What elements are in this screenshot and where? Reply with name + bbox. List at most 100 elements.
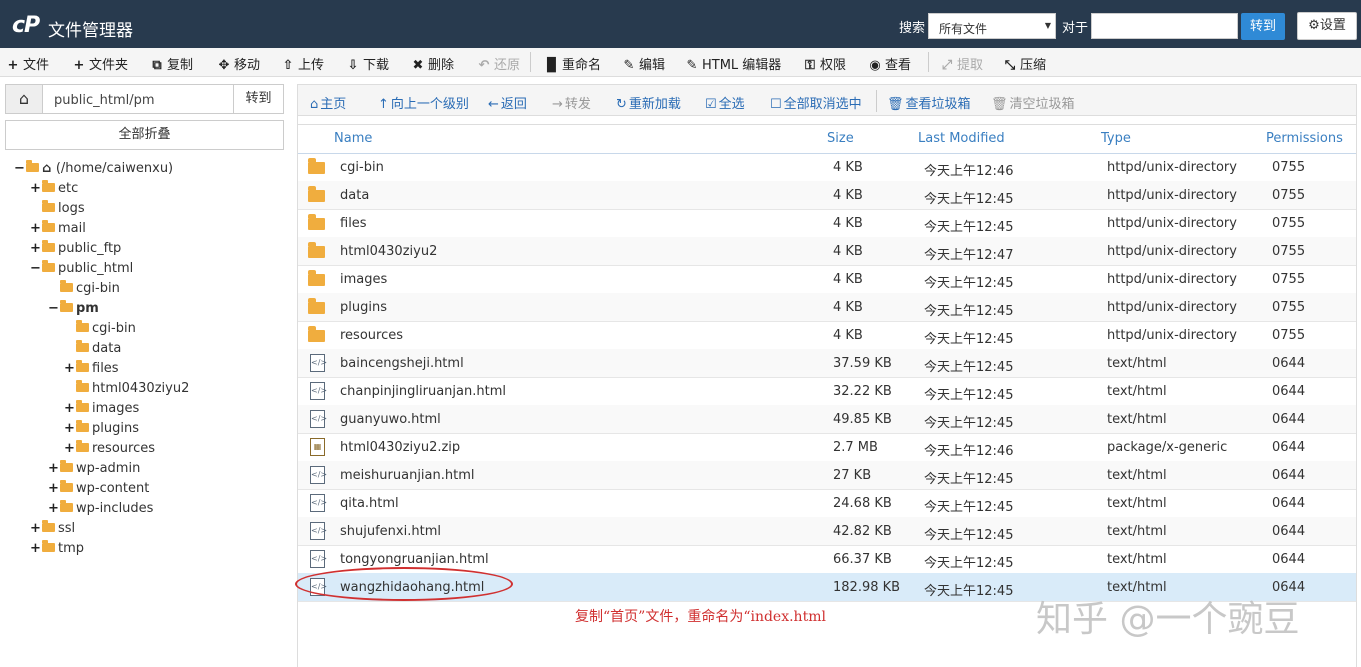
- column-size[interactable]: Size: [827, 131, 854, 146]
- toolbar-delete-button[interactable]: ✖ 删除: [411, 54, 454, 73]
- tree-item[interactable]: + ssl: [30, 519, 75, 539]
- tree-item[interactable]: + etc: [30, 179, 78, 199]
- expand-icon[interactable]: +: [48, 499, 59, 519]
- search-go-button[interactable]: 转到: [1241, 13, 1285, 40]
- action-forward-button[interactable]: → 转发: [552, 93, 591, 112]
- tree-item[interactable]: − pm: [48, 299, 99, 319]
- html-file-icon: </>: [310, 354, 327, 372]
- expand-icon[interactable]: +: [30, 179, 41, 199]
- expand-icon[interactable]: +: [48, 459, 59, 479]
- search-scope-select[interactable]: 所有文件 ▼: [928, 13, 1056, 39]
- tree-item-label: plugins: [92, 421, 139, 436]
- tree-item[interactable]: logs: [30, 199, 85, 219]
- collapse-icon[interactable]: −: [48, 299, 59, 319]
- table-row[interactable]: </> guanyuwo.html 49.85 KB 今天上午12:45 text/ht…: [298, 405, 1356, 434]
- expand-icon[interactable]: +: [64, 359, 75, 379]
- collapse-icon[interactable]: −: [14, 159, 25, 179]
- toolbar-html-edit-button[interactable]: ✎ HTML 编辑器: [685, 54, 782, 73]
- zip-file-icon: ▦: [310, 438, 325, 456]
- table-row[interactable]: cgi-bin 4 KB 今天上午12:46 httpd/unix-directory…: [298, 153, 1356, 182]
- cell-modified: 今天上午12:45: [924, 500, 1014, 515]
- toolbar-copy-button[interactable]: ⧉ 复制: [150, 54, 193, 73]
- toolbar-undo-button[interactable]: ↶ 还原: [477, 54, 520, 73]
- table-row[interactable]: </> chanpinjingliruanjan.html 32.22 KB 今天上午…: [298, 377, 1356, 406]
- path-input[interactable]: public_html/pm: [42, 84, 234, 114]
- tree-item[interactable]: + wp-admin: [48, 459, 140, 479]
- table-row[interactable]: </> qita.html 24.68 KB 今天上午12:45 text/html 06…: [298, 489, 1356, 518]
- html-edit-icon: ✎: [686, 58, 698, 73]
- toolbar-move-button[interactable]: ✥ 移动: [217, 54, 260, 73]
- toolbar-extract-button[interactable]: ⤢ 提取: [940, 54, 983, 73]
- collapse-icon[interactable]: −: [30, 259, 41, 279]
- column-last-modified[interactable]: Last Modified: [918, 131, 1005, 146]
- table-row[interactable]: files 4 KB 今天上午12:45 httpd/unix-directory 07…: [298, 209, 1356, 238]
- home-button[interactable]: ⌂: [5, 84, 43, 114]
- tree-item[interactable]: cgi-bin: [64, 319, 136, 339]
- tree-item[interactable]: + plugins: [64, 419, 139, 439]
- tree-item[interactable]: cgi-bin: [48, 279, 120, 299]
- tree-item[interactable]: + tmp: [30, 539, 84, 559]
- tree-item[interactable]: + public_ftp: [30, 239, 121, 259]
- table-row[interactable]: </> shujufenxi.html 42.82 KB 今天上午12:45 text/…: [298, 517, 1356, 546]
- table-row[interactable]: plugins 4 KB 今天上午12:45 httpd/unix-directory…: [298, 293, 1356, 322]
- table-row[interactable]: html0430ziyu2 4 KB 今天上午12:47 httpd/unix-dir…: [298, 237, 1356, 266]
- folder-icon: [308, 298, 325, 314]
- table-row[interactable]: images 4 KB 今天上午12:45 httpd/unix-directory 0…: [298, 265, 1356, 294]
- action-square-button[interactable]: ☐ 全部取消选中: [770, 93, 862, 112]
- expand-icon[interactable]: +: [64, 439, 75, 459]
- expand-icon[interactable]: +: [48, 479, 59, 499]
- path-go-button[interactable]: 转到: [233, 84, 284, 114]
- toolbar-download-button[interactable]: ⇩ 下载: [346, 54, 389, 73]
- tree-item[interactable]: html0430ziyu2: [64, 379, 189, 399]
- tree-item[interactable]: + files: [64, 359, 119, 379]
- search-input[interactable]: [1091, 13, 1238, 39]
- tree-item[interactable]: + mail: [30, 219, 86, 239]
- toolbar-pencil-button[interactable]: ✎ 编辑: [622, 54, 665, 73]
- action-back-button[interactable]: ← 返回: [488, 93, 527, 112]
- toolbar-item-label: 提取: [957, 58, 984, 73]
- table-row[interactable]: </> meishuruanjian.html 27 KB 今天上午12:45 text…: [298, 461, 1356, 490]
- tree-item[interactable]: − ⌂ (/home/caiwenxu): [14, 159, 173, 179]
- table-row[interactable]: </> baincengsheji.html 37.59 KB 今天上午12:45 te…: [298, 349, 1356, 378]
- expand-icon[interactable]: +: [30, 219, 41, 239]
- expand-icon[interactable]: +: [30, 519, 41, 539]
- action-reload-button[interactable]: ↻ 重新加载: [616, 93, 681, 112]
- column-name[interactable]: Name: [334, 131, 372, 146]
- collapse-all-button[interactable]: 全部折叠: [5, 120, 284, 150]
- toolbar-compress-button[interactable]: ⤡ 压缩: [1003, 54, 1046, 73]
- table-row[interactable]: data 4 KB 今天上午12:45 httpd/unix-directory 075…: [298, 181, 1356, 210]
- tree-item[interactable]: + wp-content: [48, 479, 149, 499]
- expand-icon[interactable]: +: [64, 419, 75, 439]
- tree-item[interactable]: data: [64, 339, 121, 359]
- toolbar-eye-button[interactable]: ◉ 查看: [868, 54, 911, 73]
- tree-item[interactable]: + images: [64, 399, 139, 419]
- cell-size: 27 KB: [833, 468, 872, 483]
- expand-icon[interactable]: +: [30, 539, 41, 559]
- tree-item[interactable]: + wp-includes: [48, 499, 153, 519]
- action-home-button[interactable]: ⌂ 主页: [310, 93, 346, 112]
- tree-item[interactable]: − public_html: [30, 259, 133, 279]
- toolbar-key-button[interactable]: ⚿ 权限: [803, 54, 846, 73]
- expand-icon[interactable]: +: [30, 239, 41, 259]
- plus-icon: +: [73, 58, 85, 73]
- toolbar-rename-button[interactable]: ▉ 重命名: [545, 54, 601, 73]
- toolbar-plus-button[interactable]: + 文件夹: [72, 54, 128, 73]
- table-row[interactable]: ▦ html0430ziyu2.zip 2.7 MB 今天上午12:46 package…: [298, 433, 1356, 462]
- action-level-up-button[interactable]: ↑ 向上一个级别: [378, 93, 469, 112]
- expand-icon[interactable]: +: [64, 399, 75, 419]
- settings-button[interactable]: ⚙设置: [1297, 12, 1357, 40]
- gear-icon: ⚙: [1308, 18, 1320, 33]
- tree-item[interactable]: + resources: [64, 439, 155, 459]
- cell-perms: 0755: [1272, 272, 1306, 287]
- action-trash-button[interactable]: 🗑 查看垃圾箱: [887, 93, 971, 112]
- cpanel-logo[interactable]: cP: [12, 13, 40, 38]
- cell-size: 37.59 KB: [833, 356, 892, 371]
- action-trash-empty-button[interactable]: 🗑 清空垃圾箱: [991, 93, 1075, 112]
- toolbar-upload-button[interactable]: ⇧ 上传: [281, 54, 324, 73]
- column-permissions[interactable]: Permissions: [1266, 131, 1343, 146]
- column-type[interactable]: Type: [1101, 131, 1131, 146]
- cell-modified: 今天上午12:45: [924, 472, 1014, 487]
- action-check-button[interactable]: ☑ 全选: [705, 93, 745, 112]
- table-row[interactable]: resources 4 KB 今天上午12:45 httpd/unix-directo…: [298, 321, 1356, 350]
- toolbar-plus-button[interactable]: + 文件: [6, 54, 49, 73]
